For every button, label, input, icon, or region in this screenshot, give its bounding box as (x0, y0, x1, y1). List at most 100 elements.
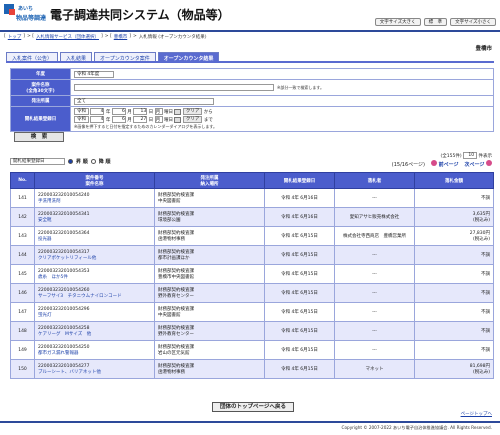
row-department: 財務部契約検査課 函港物材事務 (154, 359, 265, 379)
date-from-day[interactable]: 13 (133, 108, 148, 115)
row-date: 令和 4年 6月15日 (264, 226, 335, 246)
department-select[interactable]: 全て (74, 97, 214, 105)
row-case-name-link[interactable]: 歳糸 ほか5件 (38, 274, 151, 280)
date-to-era[interactable]: 令和 (74, 116, 89, 123)
row-place: 中央図書館 (158, 313, 181, 318)
pager: (15/16ページ) 前ページ 次ページ (392, 160, 492, 168)
date-to-weekday: 月 (154, 116, 163, 123)
prev-page-link[interactable]: 前ページ (431, 160, 459, 168)
per-page-unit: 件表示 (478, 154, 493, 159)
back-to-org-top-button[interactable]: 団体のトップページへ戻る (212, 402, 294, 412)
to-label: まで (203, 118, 213, 123)
date-from-year[interactable]: 4 (90, 108, 105, 115)
prev-page-label: 前ページ (438, 162, 459, 168)
date-to-day[interactable]: 27 (133, 116, 148, 123)
row-date: 令和 4年 6月15日 (264, 283, 335, 303)
case-name-note: ※部分一致で検索します。 (277, 85, 324, 90)
font-standard-button[interactable]: 標 準 (423, 18, 448, 26)
row-date: 令和 4年 6月15日 (264, 340, 335, 360)
row-case-name-link[interactable]: 都市ガス漏れ警報器 (38, 350, 151, 356)
calendar-icon[interactable] (174, 116, 182, 123)
table-row: 150 220003232010054277 ブルーシート、バリアネット他 財務部契約… (10, 359, 494, 379)
next-page-link[interactable]: 次ページ (465, 160, 492, 168)
unit-month: 月 (127, 110, 132, 115)
unit-day: 日 (148, 118, 154, 123)
search-form: 年度 令和 4年度 案件名称 (全角30文字) ※部分一致で検索します。 発注所… (10, 68, 494, 132)
date-to-row: 令和 4 年 6 月 27 日 月 曜日 クリア まで (74, 116, 490, 123)
date-from-year-value: 4 (100, 109, 104, 114)
row-date: 令和 4年 6月15日 (264, 321, 335, 341)
sort-desc-radio[interactable] (90, 159, 96, 164)
next-arrow-icon (486, 160, 492, 166)
row-case-name-link[interactable]: ブルーシート、バリアネット他 (38, 369, 151, 375)
row-no: 143 (10, 226, 35, 246)
breadcrumb: [トップ] > [入札情報サービス（団体選択）] > [豊橋市] > 入札情報 (… (4, 34, 207, 40)
row-department: 財務部契約検査課 野外教育センター (154, 321, 265, 341)
row-amount: 27,830円 (税込み) (414, 226, 494, 246)
row-case-name-link[interactable]: 手洗用洗剤 (38, 198, 151, 204)
row-amount: 不調 (414, 188, 494, 208)
per-page-select[interactable]: 10 (463, 152, 478, 159)
table-row: 147 220003232010054296 蛍光灯 財務部契約検査課 中央図書館 令和 … (10, 302, 494, 322)
result-count: (全155件) (440, 154, 462, 159)
row-winner: マネット (334, 359, 415, 379)
font-large-button[interactable]: 文字サイズ大きく (374, 18, 421, 26)
calendar-icon[interactable] (174, 108, 182, 115)
row-date: 令和 4年 6月15日 (264, 359, 335, 379)
fiscal-year-select[interactable]: 令和 4年度 (74, 70, 114, 78)
row-case-name-link[interactable]: 投光器 (38, 236, 151, 242)
row-amount: 不調 (414, 340, 494, 360)
row-no: 150 (10, 359, 35, 379)
col-amount: 落札金額 (414, 172, 494, 189)
sort-asc-radio[interactable] (68, 159, 73, 164)
row-case-name-link[interactable]: サーフサイ3 チタニウムナイロンコード (38, 293, 151, 299)
breadcrumb-city[interactable]: 豊橋市 (114, 34, 128, 40)
row-department: 財務部契約検査課 中央図書館 (154, 302, 265, 322)
results-table: No. 案件番号 案件名称 発注所属 納入場所 開札結果登録日 落札者 落札金額… (10, 172, 494, 379)
page-top-link[interactable]: ページトップへ (461, 411, 492, 417)
breadcrumb-org-select[interactable]: 入札情報サービス（団体選択） (36, 34, 99, 40)
row-winner: --- (334, 340, 415, 360)
header: あいち 物品等調達 電子調達共同システム（物品等） 文字サイズ大きく 標 準 文… (0, 0, 500, 32)
row-case-name-link[interactable]: ケアリーグ Mサイズ 他 (38, 331, 151, 337)
case-name-label: 案件名称 (全角30文字) (10, 79, 71, 96)
date-from-weekday-value: 月 (155, 110, 161, 115)
sort-asc-label: 昇 順 (76, 159, 88, 165)
font-small-button[interactable]: 文字サイズ小さく (450, 18, 496, 26)
table-row: 142 220003232010054341 安全靴 財務部契約検査課 環境部公園 令和 … (10, 207, 494, 227)
row-department: 財務部契約検査課 豊橋市中央図書館 (154, 264, 265, 284)
date-to-weekday-value: 月 (155, 118, 161, 123)
date-from-clear-button[interactable]: クリア (182, 108, 203, 115)
row-case-name-link[interactable]: 安全靴 (38, 217, 151, 223)
date-to-month[interactable]: 6 (111, 116, 126, 123)
sort-controls: 開札結果登録日 昇 順 降 順 (10, 158, 111, 165)
row-amount: 不調 (414, 264, 494, 284)
case-name-input[interactable] (74, 84, 274, 91)
date-to-clear-button[interactable]: クリア (182, 116, 203, 123)
row-no: 141 (10, 188, 35, 208)
row-amount: 不調 (414, 321, 494, 341)
row-department: 財務部契約検査課 野外教育センター (154, 283, 265, 303)
row-case: 220003232010054317 クリアポケットリフィール他 (34, 245, 155, 265)
search-button[interactable]: 検 索 (14, 132, 64, 142)
date-to-year[interactable]: 4 (90, 116, 105, 123)
row-no: 147 (10, 302, 35, 322)
row-winner: --- (334, 283, 415, 303)
sort-select[interactable]: 開札結果登録日 (10, 158, 65, 165)
site-logo[interactable]: あいち 物品等調達 (4, 4, 46, 26)
row-no: 144 (10, 245, 35, 265)
row-case-name-link[interactable]: クリアポケットリフィール他 (38, 255, 151, 261)
row-case: 220003232010054240 手洗用洗剤 (34, 188, 155, 208)
site-title: 電子調達共同システム（物品等） (50, 8, 230, 22)
breadcrumb-top[interactable]: トップ (8, 34, 22, 40)
row-date: 令和 4年 6月15日 (264, 245, 335, 265)
date-from-weekday: 月 (154, 108, 163, 115)
row-amount: 不調 (414, 302, 494, 322)
row-department: 財務部契約検査課 環境部公園 (154, 207, 265, 227)
row-place: 岩山の区元気館 (158, 351, 190, 356)
date-to-year-value: 4 (100, 117, 104, 122)
fiscal-year-label: 年度 (10, 68, 71, 80)
date-from-month[interactable]: 6 (111, 108, 126, 115)
row-case-name-link[interactable]: 蛍光灯 (38, 312, 151, 318)
date-from-era[interactable]: 令和 (74, 108, 89, 115)
